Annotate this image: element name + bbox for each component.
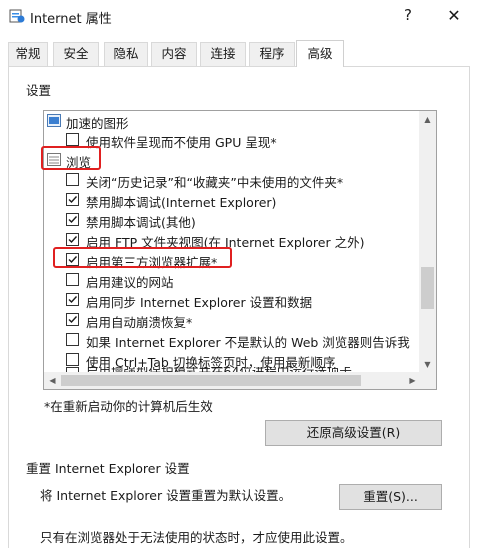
setting-row[interactable]: 启用同步 Internet Explorer 设置和数据 bbox=[44, 290, 420, 310]
setting-row[interactable]: 启用自动崩溃恢复* bbox=[44, 310, 420, 330]
scroll-up-icon[interactable]: ▲ bbox=[419, 111, 436, 128]
tab-privacy[interactable]: 隐私 bbox=[104, 42, 148, 66]
scrollbar-corner bbox=[419, 372, 436, 389]
checkbox-checked[interactable] bbox=[66, 293, 79, 306]
category-row-accelerated-graphics: 加速的图形 bbox=[44, 111, 420, 131]
setting-row[interactable]: 启用 FTP 文件夹视图(在 Internet Explorer 之外) bbox=[44, 230, 420, 250]
tab-general[interactable]: 常规 bbox=[8, 42, 48, 66]
close-button[interactable]: ✕ bbox=[444, 6, 464, 26]
checkbox[interactable] bbox=[66, 173, 79, 186]
setting-label: 启用建议的网站 bbox=[86, 275, 174, 290]
vertical-scroll-thumb[interactable] bbox=[421, 267, 434, 309]
checkbox-checked[interactable] bbox=[66, 233, 79, 246]
setting-row[interactable]: 禁用脚本调试(Internet Explorer) bbox=[44, 190, 420, 210]
reset-heading: 重置 Internet Explorer 设置 bbox=[26, 461, 190, 476]
setting-row-third-party-extensions[interactable]: 启用第三方浏览器扩展* bbox=[44, 250, 420, 270]
reset-button[interactable]: 重置(S)... bbox=[339, 484, 442, 510]
vertical-scrollbar[interactable]: ▲ ▼ bbox=[419, 111, 436, 373]
browsing-icon bbox=[47, 153, 61, 166]
settings-list[interactable]: 加速的图形 使用软件呈现而不使用 GPU 呈现* 浏览 关闭“历史记录”和“收藏… bbox=[43, 110, 437, 390]
tab-content[interactable]: 内容 bbox=[151, 42, 197, 66]
checkbox-checked[interactable] bbox=[66, 253, 79, 266]
help-button[interactable]: ? bbox=[398, 6, 418, 26]
settings-heading: 设置 bbox=[26, 83, 52, 98]
tab-connections[interactable]: 连接 bbox=[200, 42, 246, 66]
tab-strip: 常规 安全 隐私 内容 连接 程序 高级 bbox=[0, 40, 477, 67]
reset-note: 只有在浏览器处于无法使用的状态时，才应使用此设置。 bbox=[40, 530, 353, 545]
checkbox[interactable] bbox=[66, 273, 79, 286]
setting-label: 禁用脚本调试(Internet Explorer) bbox=[86, 195, 277, 210]
horizontal-scroll-thumb[interactable] bbox=[61, 375, 361, 386]
setting-row[interactable]: 关闭“历史记录”和“收藏夹”中未使用的文件夹* bbox=[44, 170, 420, 190]
reset-description: 将 Internet Explorer 设置重置为默认设置。 bbox=[40, 488, 292, 503]
setting-row[interactable]: 如果 Internet Explorer 不是默认的 Web 浏览器则告诉我 bbox=[44, 330, 420, 350]
setting-label: 启用第三方浏览器扩展* bbox=[86, 255, 218, 270]
tab-advanced[interactable]: 高级 bbox=[296, 40, 344, 67]
footnote: *在重新启动你的计算机后生效 bbox=[44, 399, 213, 414]
accelerated-graphics-icon bbox=[47, 114, 61, 127]
horizontal-scrollbar[interactable]: ◀ ▶ bbox=[44, 372, 436, 389]
setting-label: 启用同步 Internet Explorer 设置和数据 bbox=[86, 295, 313, 310]
scroll-down-icon[interactable]: ▼ bbox=[419, 356, 436, 373]
setting-label: 禁用脚本调试(其他) bbox=[86, 215, 196, 230]
checkbox[interactable] bbox=[66, 333, 79, 346]
category-label: 浏览 bbox=[66, 155, 92, 170]
internet-options-icon bbox=[9, 9, 25, 23]
category-row-browsing: 浏览 bbox=[44, 150, 420, 170]
setting-label: 如果 Internet Explorer 不是默认的 Web 浏览器则告诉我 bbox=[86, 335, 410, 350]
window-title: Internet 属性 bbox=[30, 12, 112, 27]
restore-advanced-settings-button[interactable]: 还原高级设置(R) bbox=[265, 420, 442, 446]
title-bar: Internet 属性 ? ✕ bbox=[0, 0, 477, 32]
tab-programs[interactable]: 程序 bbox=[249, 42, 295, 66]
checkbox[interactable] bbox=[66, 353, 79, 366]
setting-label: 使用软件呈现而不使用 GPU 呈现* bbox=[86, 135, 277, 150]
setting-label: 启用自动崩溃恢复* bbox=[86, 315, 193, 330]
setting-row[interactable]: 使用软件呈现而不使用 GPU 呈现* bbox=[44, 130, 420, 150]
checkbox[interactable] bbox=[66, 133, 79, 146]
checkbox-checked[interactable] bbox=[66, 213, 79, 226]
setting-label: 关闭“历史记录”和“收藏夹”中未使用的文件夹* bbox=[86, 175, 344, 190]
tab-security[interactable]: 安全 bbox=[53, 42, 99, 66]
scroll-left-icon[interactable]: ◀ bbox=[44, 372, 61, 389]
checkbox-checked[interactable] bbox=[66, 193, 79, 206]
setting-label: 启用 FTP 文件夹视图(在 Internet Explorer 之外) bbox=[86, 235, 365, 250]
setting-row[interactable]: 禁用脚本调试(其他) bbox=[44, 210, 420, 230]
checkbox-checked[interactable] bbox=[66, 313, 79, 326]
setting-row[interactable]: 启用建议的网站 bbox=[44, 270, 420, 290]
